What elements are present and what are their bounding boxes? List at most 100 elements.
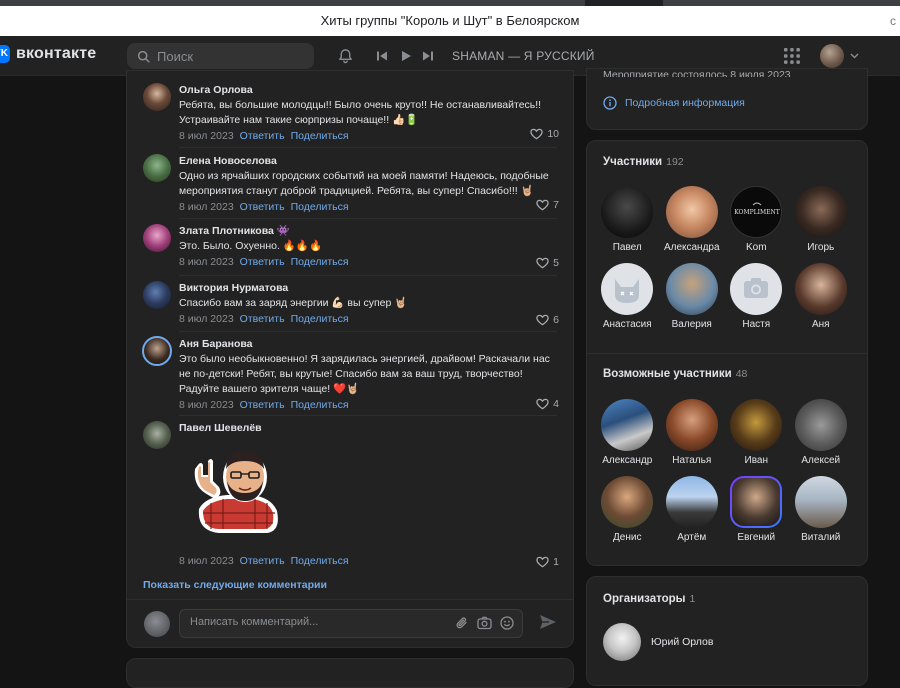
comment-date[interactable]: 8 июл 2023 bbox=[179, 129, 234, 143]
member-item[interactable]: Павел bbox=[595, 186, 660, 254]
reply-link[interactable]: Ответить bbox=[240, 312, 285, 326]
member-avatar bbox=[794, 186, 847, 238]
comment-avatar[interactable] bbox=[143, 421, 171, 449]
member-item[interactable]: Настя bbox=[724, 263, 789, 331]
window-title: Хиты группы "Король и Шут" в Белоярском bbox=[320, 13, 580, 28]
member-item[interactable]: Игорь bbox=[789, 186, 854, 254]
reply-link[interactable]: Ответить bbox=[240, 200, 285, 214]
window-right-glyph: c bbox=[890, 14, 896, 28]
comment-date[interactable]: 8 июл 2023 bbox=[179, 200, 234, 214]
member-item[interactable]: Валерия bbox=[660, 263, 725, 331]
member-item[interactable]: Аня bbox=[789, 263, 854, 331]
organizers-title: Организаторы bbox=[603, 593, 686, 605]
member-item[interactable]: Анастасия bbox=[595, 263, 660, 331]
possible-members-grid: Александр Наталья Иван Алексей Денис Арт… bbox=[595, 399, 861, 544]
reply-link[interactable]: Ответить bbox=[240, 129, 285, 143]
event-date-text: Мероприятие состоялось 8 июля 2023 bbox=[603, 69, 791, 77]
show-more-comments-link[interactable]: Показать следующие комментарии bbox=[143, 579, 327, 591]
like-button[interactable]: 10 bbox=[530, 128, 559, 140]
like-count: 10 bbox=[547, 128, 559, 140]
details-link[interactable]: Подробная информация bbox=[603, 96, 745, 110]
chevron-down-icon[interactable] bbox=[850, 53, 859, 59]
share-link[interactable]: Поделиться bbox=[291, 312, 349, 326]
member-item[interactable]: Евгений bbox=[724, 476, 789, 544]
member-name: Александра bbox=[663, 242, 720, 253]
bell-icon[interactable] bbox=[337, 47, 354, 65]
reply-link[interactable]: Ответить bbox=[240, 554, 285, 568]
like-button[interactable]: 6 bbox=[536, 314, 559, 326]
comment-author[interactable]: Елена Новоселова bbox=[179, 154, 559, 168]
comment-avatar[interactable] bbox=[142, 336, 172, 366]
member-item[interactable]: KOMPLIMENT Kom bbox=[724, 186, 789, 254]
vk-logo-text: вконтакте bbox=[16, 45, 97, 62]
comment-date[interactable]: 8 июл 2023 bbox=[179, 255, 234, 269]
share-link[interactable]: Поделиться bbox=[291, 255, 349, 269]
my-avatar[interactable] bbox=[144, 611, 170, 637]
profile-avatar[interactable] bbox=[820, 44, 844, 68]
member-item[interactable]: Иван bbox=[724, 399, 789, 467]
reply-link[interactable]: Ответить bbox=[240, 398, 285, 412]
previous-track-icon[interactable] bbox=[376, 50, 388, 62]
members-count: 192 bbox=[666, 156, 684, 168]
organizer-avatar bbox=[603, 623, 641, 661]
member-item[interactable]: Виталий bbox=[789, 476, 854, 544]
member-avatar bbox=[794, 399, 847, 451]
organizers-count: 1 bbox=[689, 593, 696, 605]
search-input[interactable] bbox=[157, 48, 297, 64]
browser-title-bar: Хиты группы "Король и Шут" в Белоярском … bbox=[0, 6, 900, 36]
comment-avatar[interactable] bbox=[143, 154, 171, 182]
vk-logo[interactable]: VK вконтакте bbox=[0, 45, 96, 63]
comment-author[interactable]: Ольга Орлова bbox=[179, 83, 559, 97]
comment-avatar[interactable] bbox=[143, 224, 171, 252]
comment-input[interactable] bbox=[190, 616, 440, 628]
organizer-item[interactable]: Юрий Орлов bbox=[603, 623, 713, 661]
comment-avatar[interactable] bbox=[143, 281, 171, 309]
comment-author[interactable]: Павел Шевелёв bbox=[179, 421, 559, 435]
next-track-icon[interactable] bbox=[422, 50, 434, 62]
members-header[interactable]: Участники 192 bbox=[603, 156, 684, 168]
reply-link[interactable]: Ответить bbox=[240, 255, 285, 269]
camera-icon[interactable] bbox=[477, 616, 492, 630]
send-icon[interactable] bbox=[539, 614, 557, 630]
like-button[interactable]: 4 bbox=[536, 398, 559, 410]
like-button[interactable]: 5 bbox=[536, 257, 559, 269]
member-item[interactable]: Алексей bbox=[789, 399, 854, 467]
member-item[interactable]: Александр bbox=[595, 399, 660, 467]
event-info-card: Мероприятие состоялось 8 июля 2023 Подро… bbox=[586, 68, 868, 130]
comment-date[interactable]: 8 июл 2023 bbox=[179, 312, 234, 326]
organizer-name: Юрий Орлов bbox=[651, 636, 714, 648]
member-avatar bbox=[665, 186, 718, 238]
play-icon[interactable] bbox=[400, 50, 412, 62]
comment-author[interactable]: Виктория Нурматова bbox=[179, 281, 559, 295]
attach-icon[interactable] bbox=[455, 616, 469, 630]
share-link[interactable]: Поделиться bbox=[291, 129, 349, 143]
comment-compose-box[interactable] bbox=[179, 609, 523, 638]
like-button[interactable]: 1 bbox=[536, 556, 559, 568]
search-box[interactable] bbox=[127, 43, 314, 69]
like-count: 4 bbox=[553, 398, 559, 410]
apps-grid-icon[interactable] bbox=[784, 48, 800, 64]
player-track-title[interactable]: SHAMAN — Я РУССКИЙ bbox=[452, 49, 595, 63]
rock-sticker-image[interactable] bbox=[189, 439, 285, 535]
possible-members-title: Возможные участники bbox=[603, 368, 732, 380]
share-link[interactable]: Поделиться bbox=[291, 554, 349, 568]
member-item[interactable]: Александра bbox=[660, 186, 725, 254]
member-item[interactable]: Артём bbox=[660, 476, 725, 544]
members-title: Участники bbox=[603, 156, 663, 168]
share-link[interactable]: Поделиться bbox=[291, 200, 349, 214]
comment-author[interactable]: Аня Баранова bbox=[179, 337, 559, 351]
comment-text: Спасибо вам за заряд энергии 💪🏻 вы супер… bbox=[179, 297, 408, 309]
like-button[interactable]: 7 bbox=[536, 199, 559, 211]
comment-author[interactable]: Злата Плотникова 👾 bbox=[179, 224, 559, 238]
member-item[interactable]: Наталья bbox=[660, 399, 725, 467]
comment-divider bbox=[179, 415, 557, 416]
emoji-icon[interactable] bbox=[500, 616, 514, 630]
comment-date[interactable]: 8 июл 2023 bbox=[179, 554, 234, 568]
comment-avatar[interactable] bbox=[143, 83, 171, 111]
comment-date[interactable]: 8 июл 2023 bbox=[179, 398, 234, 412]
share-link[interactable]: Поделиться bbox=[291, 398, 349, 412]
details-link-label: Подробная информация bbox=[625, 97, 745, 109]
organizers-header[interactable]: Организаторы 1 bbox=[603, 593, 695, 605]
member-item[interactable]: Денис bbox=[595, 476, 660, 544]
possible-members-header[interactable]: Возможные участники 48 bbox=[603, 368, 747, 380]
